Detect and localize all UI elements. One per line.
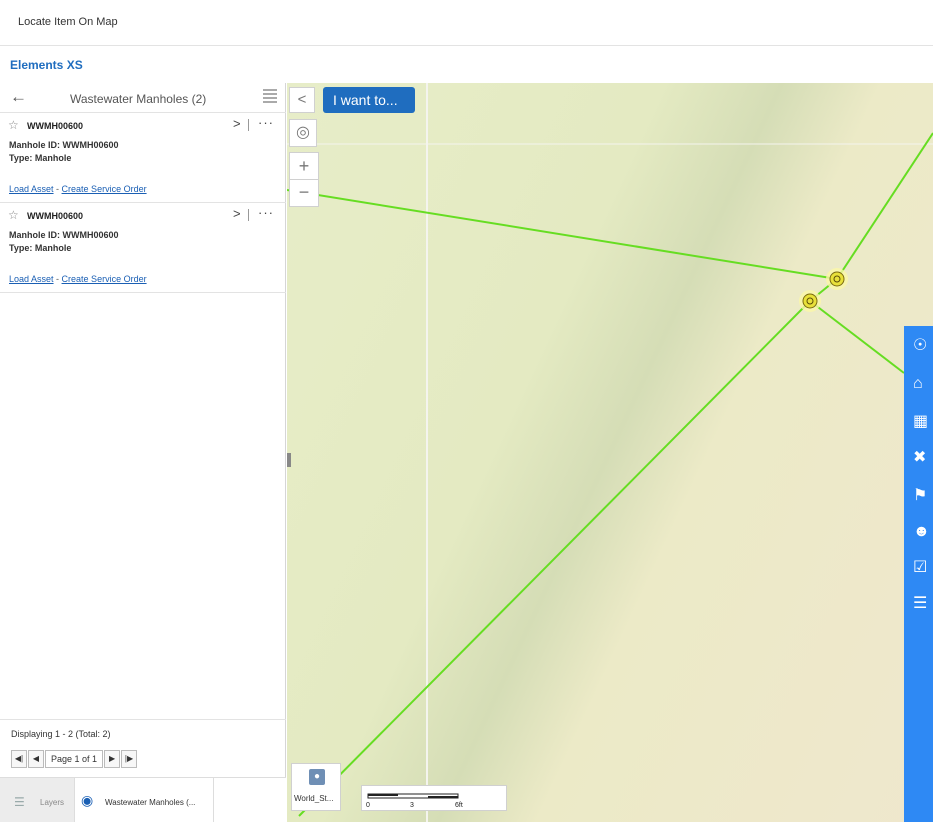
map-pin-icon[interactable]: ⚑ bbox=[913, 486, 933, 506]
app-header: Elements XS bbox=[0, 46, 933, 83]
star-icon[interactable]: ☆ bbox=[8, 208, 19, 222]
manhole-type: Type: Manhole bbox=[9, 243, 72, 253]
next-page-icon[interactable]: ▶ bbox=[104, 750, 121, 768]
pipe-line[interactable] bbox=[298, 300, 811, 817]
zoom-out-button[interactable]: − bbox=[289, 179, 319, 207]
more-options-icon[interactable]: ··· bbox=[258, 115, 274, 130]
tab-results-label: Wastewater Manholes (... bbox=[105, 798, 196, 807]
tab-layers[interactable]: ☰ Layers bbox=[0, 778, 74, 822]
manhole-type: Type: Manhole bbox=[9, 153, 72, 163]
create-service-order-link[interactable]: Create Service Order bbox=[62, 184, 147, 194]
window-title: Locate Item On Map bbox=[18, 16, 118, 28]
layers-icon: ☰ bbox=[14, 795, 25, 809]
manhole-id: Manhole ID: WWMH00600 bbox=[9, 140, 119, 150]
manhole-id: Manhole ID: WWMH00600 bbox=[9, 230, 119, 240]
load-asset-link[interactable]: Load Asset bbox=[9, 184, 54, 194]
prev-page-icon[interactable]: ◀ bbox=[28, 750, 44, 768]
result-item[interactable]: ☆ WWMH00600 > ··· Manhole ID: WWMH00600 … bbox=[0, 113, 286, 203]
more-options-icon[interactable]: ··· bbox=[258, 205, 274, 220]
divider bbox=[248, 119, 249, 131]
pipe-line[interactable] bbox=[809, 300, 905, 374]
panel-resize-handle[interactable] bbox=[287, 453, 291, 467]
home-icon[interactable]: ⌂ bbox=[913, 374, 933, 394]
basemap-switcher[interactable]: ● World_St... bbox=[291, 763, 341, 811]
load-asset-link[interactable]: Load Asset bbox=[9, 274, 54, 284]
xs-logo-icon[interactable]: ☉ bbox=[913, 336, 933, 356]
result-item[interactable]: ☆ WWMH00600 > ··· Manhole ID: WWMH00600 … bbox=[0, 203, 286, 293]
tab-layers-label: Layers bbox=[40, 798, 65, 807]
panel-tabs: ☰ Layers ◉ Wastewater Manholes (... bbox=[0, 777, 286, 822]
page-indicator: Page 1 of 1 bbox=[45, 750, 104, 768]
building-icon[interactable]: ▦ bbox=[913, 412, 933, 432]
result-links: Load Asset - Create Service Order bbox=[9, 184, 147, 194]
search-results-icon: ◉ bbox=[81, 792, 94, 808]
people-icon[interactable]: ☻ bbox=[913, 522, 933, 542]
checkbox-icon[interactable]: ☑ bbox=[913, 558, 933, 578]
locate-button[interactable]: ◎ bbox=[289, 119, 317, 147]
star-icon[interactable]: ☆ bbox=[8, 118, 19, 132]
pipe-line[interactable] bbox=[836, 132, 933, 280]
link-separator: - bbox=[53, 274, 62, 284]
displaying-count: Displaying 1 - 2 (Total: 2) bbox=[11, 729, 111, 739]
scale-bar: 0 3 6ft bbox=[361, 785, 507, 811]
first-page-icon[interactable]: ◀| bbox=[11, 750, 27, 768]
app-name[interactable]: Elements XS bbox=[10, 58, 83, 72]
results-panel: ← Wastewater Manholes (2) ☆ WWMH00600 > … bbox=[0, 83, 286, 822]
zoom-in-button[interactable]: + bbox=[289, 152, 319, 180]
map-features bbox=[287, 83, 933, 822]
back-arrow-icon[interactable]: ← bbox=[10, 87, 27, 107]
side-toolbar: ☉ ⌂ ▦ ✖ ⚑ ☻ ☑ ☰ bbox=[904, 326, 933, 822]
scale-tick-1: 3 bbox=[410, 802, 414, 809]
result-name[interactable]: WWMH00600 bbox=[27, 211, 83, 221]
tab-results[interactable]: ◉ Wastewater Manholes (... bbox=[74, 778, 214, 822]
scale-tick-0: 0 bbox=[366, 802, 370, 809]
divider bbox=[248, 209, 249, 221]
manhole-marker[interactable] bbox=[826, 268, 848, 290]
panel-footer: Displaying 1 - 2 (Total: 2) ◀| ◀ Page 1 … bbox=[0, 719, 286, 777]
panel-header: ← Wastewater Manholes (2) bbox=[0, 83, 286, 113]
result-links: Load Asset - Create Service Order bbox=[9, 274, 147, 284]
app-window: Locate Item On Map Elements XS ← Wastewa… bbox=[0, 0, 933, 822]
map-pin-icon: ● bbox=[309, 769, 325, 785]
cancel-icon[interactable]: ✖ bbox=[913, 448, 933, 468]
basemap-label: World_St... bbox=[294, 794, 334, 803]
minus-icon: − bbox=[298, 182, 310, 202]
create-service-order-link[interactable]: Create Service Order bbox=[62, 274, 147, 284]
pipe-line[interactable] bbox=[287, 189, 838, 280]
manhole-marker[interactable] bbox=[799, 290, 821, 312]
chevron-left-icon: < bbox=[297, 91, 307, 108]
map-view[interactable]: < I want to... ◎ + − ● World_St... 0 3 6… bbox=[287, 83, 933, 822]
plus-icon: + bbox=[298, 156, 310, 176]
link-separator: - bbox=[53, 184, 62, 194]
chevron-right-icon[interactable]: > bbox=[233, 116, 241, 131]
pager: ◀| ◀ Page 1 of 1 ▶ |▶ bbox=[11, 750, 138, 768]
crosshair-icon: ◎ bbox=[296, 124, 310, 141]
list-icon[interactable]: ☰ bbox=[913, 594, 933, 614]
menu-lines-icon[interactable] bbox=[263, 89, 277, 105]
panel-title: Wastewater Manholes (2) bbox=[70, 92, 207, 106]
i-want-to-button[interactable]: I want to... bbox=[323, 87, 415, 113]
collapse-panel-button[interactable]: < bbox=[289, 87, 315, 113]
result-name[interactable]: WWMH00600 bbox=[27, 121, 83, 131]
chevron-right-icon[interactable]: > bbox=[233, 206, 241, 221]
scale-tick-2: 6ft bbox=[455, 802, 463, 809]
title-bar: Locate Item On Map bbox=[0, 0, 933, 46]
last-page-icon[interactable]: |▶ bbox=[121, 750, 138, 768]
